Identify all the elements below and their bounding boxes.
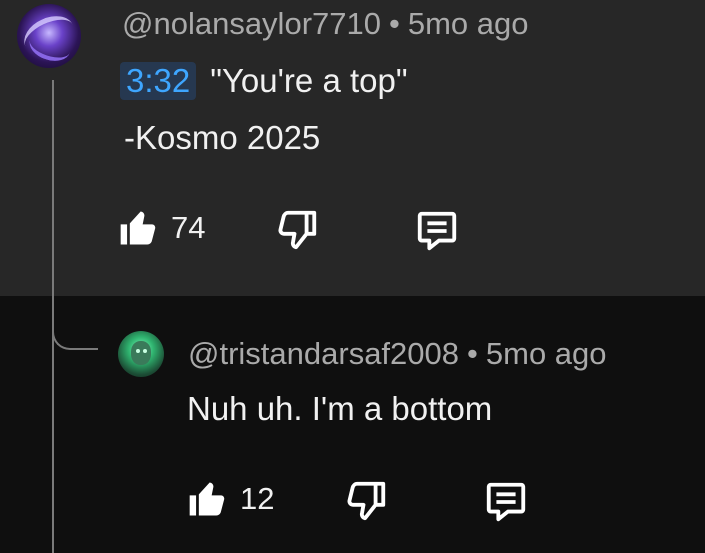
reply-icon <box>417 211 457 251</box>
reply-icon <box>486 482 526 522</box>
timestamp-link[interactable]: 3:32 <box>120 62 197 100</box>
comment-text-line1: 3:32 "You're a top" <box>120 62 408 100</box>
reply-username[interactable]: @tristandarsaf2008 <box>188 336 459 371</box>
reply-like-button[interactable]: 12 <box>186 476 274 522</box>
thumbs-down-icon <box>278 210 317 250</box>
comment-header: @nolansaylor7710 • 5mo ago <box>122 6 528 42</box>
reply-avatar[interactable] <box>118 331 164 377</box>
dislike-button[interactable] <box>274 207 320 253</box>
reply-reply-button[interactable] <box>482 479 530 525</box>
like-count: 74 <box>171 210 206 245</box>
reply-text: Nuh uh. I'm a bottom <box>187 390 493 427</box>
reply-header: @tristandarsaf2008 • 5mo ago <box>188 336 607 372</box>
thumbs-down-icon <box>347 481 386 521</box>
comment-text-line2: -Kosmo 2025 <box>124 119 321 156</box>
thumbs-up-icon <box>189 482 225 516</box>
reply-time: 5mo ago <box>485 336 607 371</box>
like-button[interactable]: 74 <box>117 205 205 251</box>
comment-time: 5mo ago <box>407 6 529 41</box>
username[interactable]: @nolansaylor7710 <box>122 6 381 41</box>
separator: • <box>388 6 400 41</box>
thread-connector <box>52 292 98 350</box>
separator: • <box>467 336 478 371</box>
comment-quote: "You're a top" <box>210 62 408 99</box>
reply-like-count: 12 <box>240 481 275 516</box>
reply-button[interactable] <box>413 208 461 254</box>
reply-dislike-button[interactable] <box>343 478 389 524</box>
avatar[interactable] <box>17 4 81 68</box>
comment-card <box>0 0 705 296</box>
thumbs-up-icon <box>120 211 156 245</box>
